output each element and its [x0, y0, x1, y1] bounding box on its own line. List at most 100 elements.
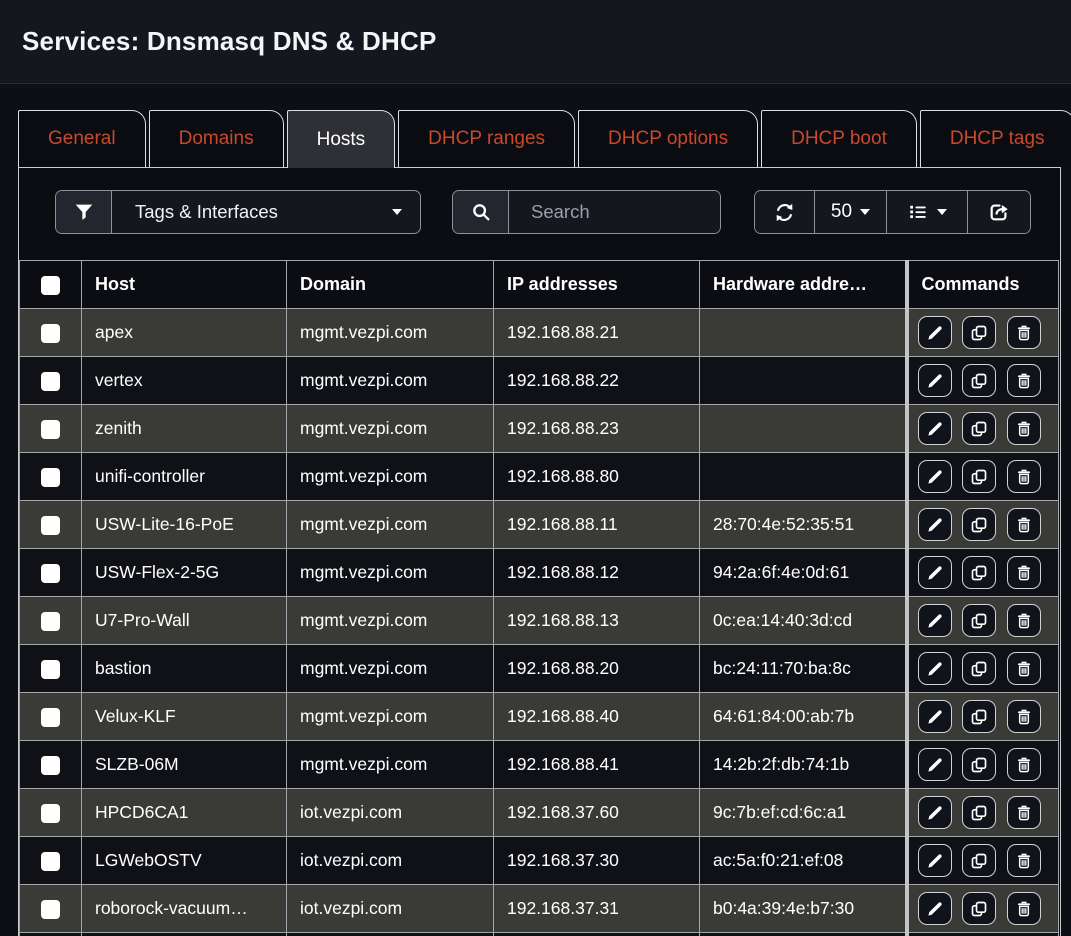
toolbar: Tags & Interfaces	[19, 168, 1060, 234]
delete-button[interactable]	[1007, 796, 1041, 829]
search-button[interactable]	[453, 191, 509, 233]
edit-button[interactable]	[918, 700, 952, 733]
delete-button[interactable]	[1007, 412, 1041, 445]
tab-dhcp-ranges[interactable]: DHCP ranges	[398, 110, 575, 167]
edit-button[interactable]	[918, 460, 952, 493]
trash-icon	[1014, 851, 1034, 871]
delete-button[interactable]	[1007, 508, 1041, 541]
row-checkbox[interactable]	[41, 564, 60, 583]
edit-button[interactable]	[918, 412, 952, 445]
tab-dhcp-tags[interactable]: DHCP tags	[920, 110, 1071, 167]
edit-button[interactable]	[918, 844, 952, 877]
column-header-ip[interactable]: IP addresses	[494, 261, 700, 309]
ip-cell: 192.168.88.11	[494, 501, 700, 549]
tab-dhcp-options[interactable]: DHCP options	[578, 110, 758, 167]
row-select-cell	[20, 501, 82, 549]
table-header-row: Host Domain IP addresses Hardware addre……	[20, 261, 1059, 309]
row-checkbox[interactable]	[41, 468, 60, 487]
row-select-cell	[20, 885, 82, 933]
copy-button[interactable]	[962, 508, 996, 541]
row-checkbox[interactable]	[41, 516, 60, 535]
chevron-down-icon	[392, 209, 402, 215]
select-all-checkbox[interactable]	[41, 276, 60, 295]
search-input[interactable]	[509, 191, 720, 233]
commands-cell	[907, 501, 1059, 549]
delete-button[interactable]	[1007, 604, 1041, 637]
edit-button[interactable]	[918, 796, 952, 829]
column-header-hardware[interactable]: Hardware addre…	[700, 261, 907, 309]
delete-button[interactable]	[1007, 700, 1041, 733]
tab-bar: GeneralDomainsHostsDHCP rangesDHCP optio…	[18, 110, 1061, 167]
copy-button[interactable]	[962, 700, 996, 733]
copy-icon	[969, 803, 989, 823]
refresh-button[interactable]	[755, 191, 815, 233]
copy-button[interactable]	[962, 796, 996, 829]
edit-button[interactable]	[918, 604, 952, 637]
delete-button[interactable]	[1007, 892, 1041, 925]
edit-button[interactable]	[918, 652, 952, 685]
page-header: Services: Dnsmasq DNS & DHCP	[0, 0, 1071, 84]
pencil-icon	[925, 899, 945, 919]
edit-button[interactable]	[918, 892, 952, 925]
copy-button[interactable]	[962, 748, 996, 781]
row-checkbox[interactable]	[41, 660, 60, 679]
ip-cell: 192.168.37.30	[494, 837, 700, 885]
tab-general[interactable]: General	[18, 110, 146, 167]
copy-button[interactable]	[962, 844, 996, 877]
domain-cell: mgmt.vezpi.com	[287, 357, 494, 405]
delete-button[interactable]	[1007, 364, 1041, 397]
page-size-button[interactable]: 50	[815, 191, 887, 233]
domain-cell: mgmt.vezpi.com	[287, 693, 494, 741]
tab-domains[interactable]: Domains	[149, 110, 284, 167]
commands-cell	[907, 549, 1059, 597]
copy-icon	[969, 515, 989, 535]
row-checkbox[interactable]	[41, 852, 60, 871]
row-checkbox[interactable]	[41, 372, 60, 391]
ip-cell: 192.168.88.20	[494, 645, 700, 693]
delete-button[interactable]	[1007, 460, 1041, 493]
list-icon	[907, 201, 929, 223]
row-checkbox[interactable]	[41, 804, 60, 823]
copy-button[interactable]	[962, 364, 996, 397]
column-header-host[interactable]: Host	[82, 261, 287, 309]
table-row: bastion mgmt.vezpi.com 192.168.88.20 bc:…	[20, 645, 1059, 693]
filter-dropdown[interactable]: Tags & Interfaces	[112, 191, 420, 233]
copy-icon	[969, 563, 989, 583]
edit-button[interactable]	[918, 316, 952, 349]
pencil-icon	[925, 419, 945, 439]
delete-button[interactable]	[1007, 652, 1041, 685]
edit-button[interactable]	[918, 748, 952, 781]
column-header-domain[interactable]: Domain	[287, 261, 494, 309]
edit-button[interactable]	[918, 508, 952, 541]
column-select-button[interactable]	[887, 191, 968, 233]
row-checkbox[interactable]	[41, 324, 60, 343]
row-checkbox[interactable]	[41, 420, 60, 439]
copy-button[interactable]	[962, 316, 996, 349]
copy-button[interactable]	[962, 460, 996, 493]
copy-button[interactable]	[962, 892, 996, 925]
trash-icon	[1014, 899, 1034, 919]
edit-button[interactable]	[918, 364, 952, 397]
delete-button[interactable]	[1007, 556, 1041, 589]
table-row: apex mgmt.vezpi.com 192.168.88.21	[20, 309, 1059, 357]
hardware-address-cell: 9c:7b:ef:cd:6c:a1	[700, 789, 907, 837]
row-checkbox[interactable]	[41, 900, 60, 919]
tab-hosts[interactable]: Hosts	[287, 110, 396, 168]
row-checkbox[interactable]	[41, 612, 60, 631]
delete-button[interactable]	[1007, 844, 1041, 877]
copy-button[interactable]	[962, 652, 996, 685]
edit-button[interactable]	[918, 556, 952, 589]
copy-button[interactable]	[962, 604, 996, 637]
delete-button[interactable]	[1007, 748, 1041, 781]
pencil-icon	[925, 371, 945, 391]
copy-button[interactable]	[962, 556, 996, 589]
row-checkbox[interactable]	[41, 708, 60, 727]
row-checkbox[interactable]	[41, 756, 60, 775]
delete-button[interactable]	[1007, 316, 1041, 349]
tab-dhcp-boot[interactable]: DHCP boot	[761, 110, 917, 167]
copy-button[interactable]	[962, 412, 996, 445]
filter-button[interactable]	[56, 191, 112, 233]
commands-cell	[907, 453, 1059, 501]
export-button[interactable]	[968, 191, 1030, 233]
trash-icon	[1014, 755, 1034, 775]
